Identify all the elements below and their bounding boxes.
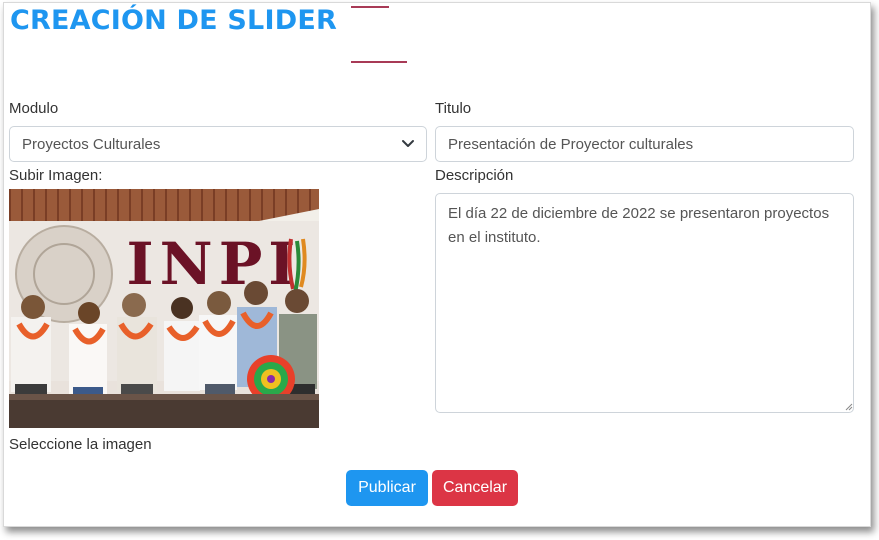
publish-button[interactable]: Publicar [346, 470, 428, 506]
modulo-label: Modulo [9, 100, 59, 117]
decorative-line-bottom [351, 61, 407, 63]
subir-imagen-label: Subir Imagen: [9, 167, 103, 184]
modulo-select[interactable]: Proyectos Culturales [9, 126, 427, 162]
chevron-down-icon [402, 140, 414, 147]
slider-image-preview[interactable]: INPI [9, 189, 319, 428]
descripcion-label: Descripción [435, 167, 514, 184]
page-title: CREACIÓN DE SLIDER [10, 5, 337, 36]
imagen-hint: Seleccione la imagen [9, 436, 152, 453]
cancel-button[interactable]: Cancelar [432, 470, 518, 506]
descripcion-textarea[interactable]: El día 22 de diciembre de 2022 se presen… [435, 193, 854, 413]
event-photo: INPI [9, 189, 319, 428]
decorative-line-top [351, 6, 389, 8]
resize-grip-icon[interactable] [845, 403, 853, 411]
modulo-select-value: Proyectos Culturales [22, 136, 161, 153]
inpi-sign: INPI [127, 230, 302, 298]
titulo-label: Titulo [435, 100, 472, 117]
titulo-input[interactable] [435, 126, 854, 162]
